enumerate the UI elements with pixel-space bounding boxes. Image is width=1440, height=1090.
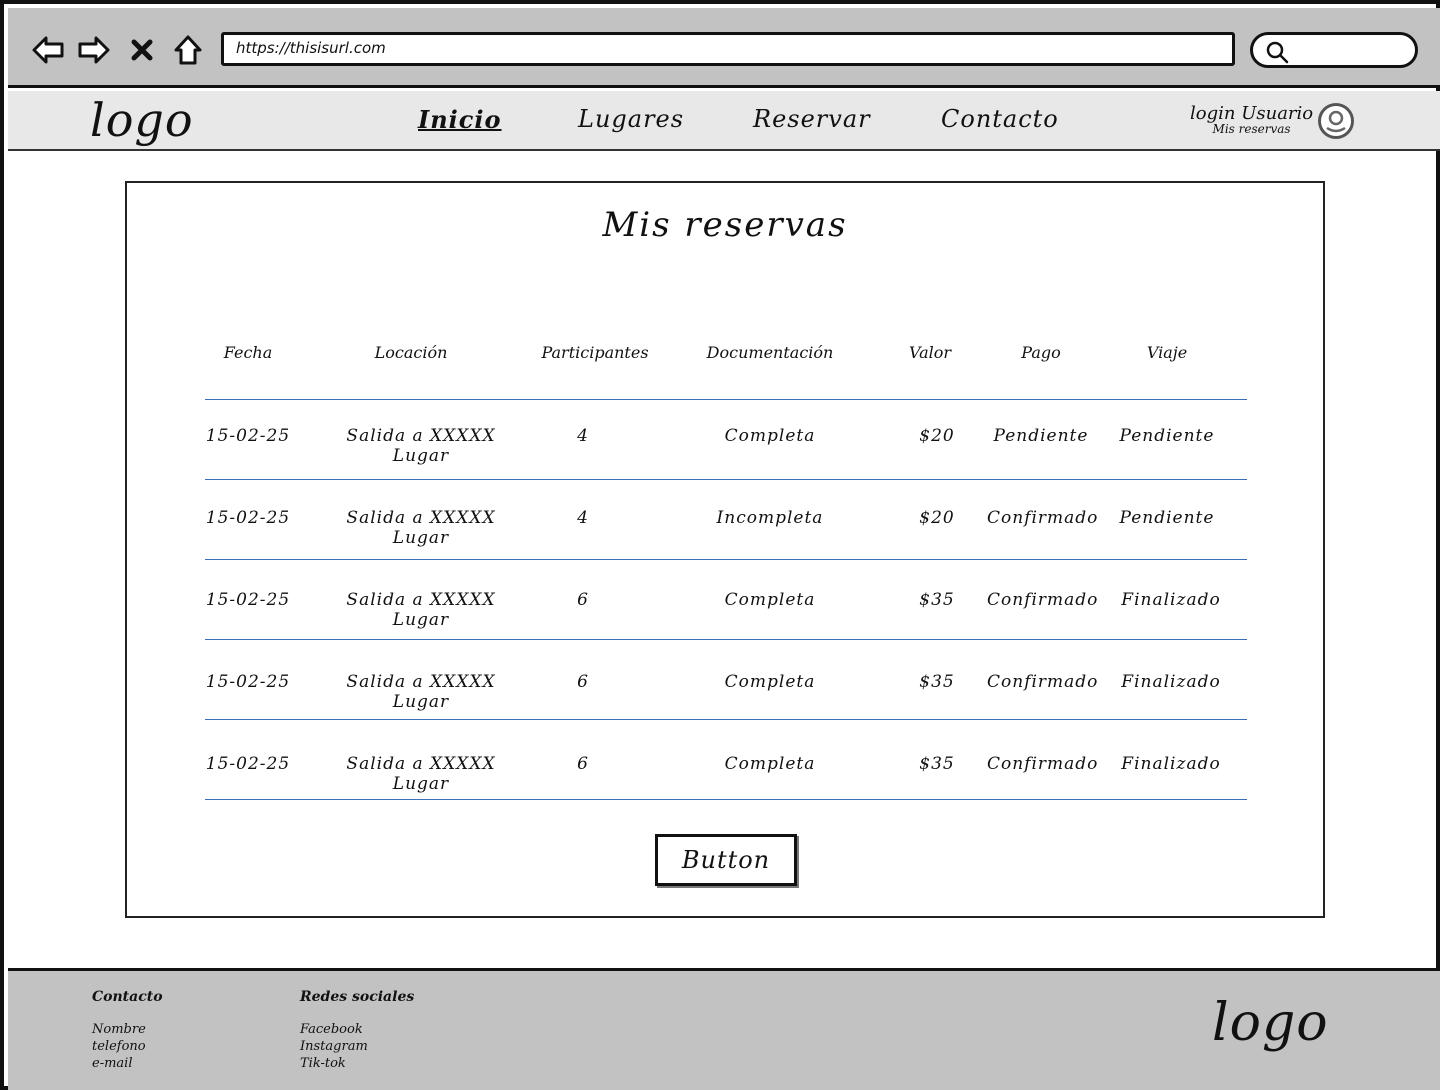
footer-social-section: Redes sociales Facebook Instagram Tik-to…: [300, 989, 414, 1072]
cell-viaje: Finalizado: [1121, 754, 1221, 774]
cell-participantes: 4: [577, 508, 589, 528]
table-header-divider: [205, 399, 1247, 400]
footer-link-instagram[interactable]: Instagram: [300, 1038, 414, 1055]
cell-locacion: Salida a XXXXX Lugar: [346, 754, 496, 794]
cell-viaje: Finalizado: [1121, 672, 1221, 692]
cell-pago: Confirmado: [987, 672, 1099, 692]
page-title: Mis reservas: [602, 205, 848, 245]
home-icon[interactable]: [168, 30, 208, 70]
cell-fecha: 15-02-25: [205, 508, 291, 528]
footer-contact-phone: telefono: [92, 1039, 146, 1054]
footer-logo[interactable]: logo: [1212, 993, 1329, 1053]
user-avatar-icon[interactable]: [1318, 103, 1354, 139]
site-logo[interactable]: logo: [90, 93, 194, 147]
nav-item-reservar[interactable]: Reservar: [753, 105, 871, 133]
nav-item-contacto[interactable]: Contacto: [941, 105, 1059, 133]
back-arrow-icon[interactable]: [28, 30, 68, 70]
footer-contact-heading: Contacto: [92, 989, 163, 1005]
cell-fecha: 15-02-25: [205, 590, 291, 610]
cell-locacion: Salida a XXXXX Lugar: [346, 672, 496, 712]
column-header-fecha: Fecha: [223, 343, 273, 362]
footer-link-tiktok[interactable]: Tik-tok: [300, 1055, 414, 1072]
cell-documentacion: Incompleta: [716, 508, 824, 528]
column-header-pago: Pago: [1021, 343, 1061, 362]
cell-documentacion: Completa: [724, 754, 816, 774]
row-divider: [205, 559, 1247, 560]
cell-valor: $35: [919, 754, 955, 774]
user-login-label[interactable]: login Usuario: [1190, 103, 1313, 124]
cell-locacion: Salida a XXXXX Lugar: [346, 508, 496, 548]
footer-contact-name: Nombre: [92, 1022, 146, 1037]
nav-item-lugares[interactable]: Lugares: [578, 105, 684, 133]
row-divider: [205, 479, 1247, 480]
cell-valor: $20: [919, 508, 955, 528]
cell-participantes: 6: [577, 672, 589, 692]
cell-participantes: 6: [577, 590, 589, 610]
cell-documentacion: Completa: [724, 590, 816, 610]
cell-valor: $20: [919, 426, 955, 446]
cell-fecha: 15-02-25: [205, 426, 291, 446]
my-reservations-link[interactable]: Mis reservas: [1190, 122, 1313, 136]
cell-viaje: Pendiente: [1119, 508, 1215, 528]
footer-contact-section: Contacto Nombre telefono e-mail: [92, 989, 163, 1072]
cell-documentacion: Completa: [724, 672, 816, 692]
cell-participantes: 4: [577, 426, 589, 446]
footer-contact-email[interactable]: e-mail: [92, 1055, 163, 1072]
browser-window: https://thisisurl.com logo Inicio Lugare…: [0, 0, 1440, 1090]
row-divider: [205, 719, 1247, 720]
cell-pago: Pendiente: [993, 426, 1089, 446]
column-header-viaje: Viaje: [1146, 343, 1188, 362]
close-icon[interactable]: [122, 30, 162, 70]
cell-pago: Confirmado: [987, 590, 1099, 610]
cell-valor: $35: [919, 590, 955, 610]
search-icon: [1266, 41, 1289, 64]
cell-fecha: 15-02-25: [205, 672, 291, 692]
cell-locacion: Salida a XXXXX Lugar: [346, 590, 496, 630]
footer-link-facebook[interactable]: Facebook: [300, 1021, 414, 1038]
nav-item-inicio[interactable]: Inicio: [418, 105, 502, 134]
cell-viaje: Finalizado: [1121, 590, 1221, 610]
forward-arrow-icon[interactable]: [74, 30, 114, 70]
cell-documentacion: Completa: [724, 426, 816, 446]
cell-valor: $35: [919, 672, 955, 692]
cell-locacion: Salida a XXXXX Lugar: [346, 426, 496, 466]
row-divider: [205, 799, 1247, 800]
column-header-participantes: Participantes: [541, 343, 649, 362]
row-divider: [205, 639, 1247, 640]
browser-search-input[interactable]: [1250, 32, 1418, 68]
cell-fecha: 15-02-25: [205, 754, 291, 774]
column-header-documentacion: Documentación: [706, 343, 834, 362]
primary-button[interactable]: Button: [655, 834, 797, 886]
site-header: logo Inicio Lugares Reservar Contacto lo…: [8, 91, 1440, 151]
footer-social-heading: Redes sociales: [300, 989, 415, 1005]
site-footer: Contacto Nombre telefono e-mail Redes so…: [8, 968, 1440, 1090]
cell-participantes: 6: [577, 754, 589, 774]
column-header-locacion: Locación: [374, 343, 448, 362]
column-header-valor: Valor: [908, 343, 952, 362]
cell-pago: Confirmado: [987, 754, 1099, 774]
user-menu[interactable]: login Usuario Mis reservas: [1190, 103, 1313, 136]
cell-viaje: Pendiente: [1119, 426, 1215, 446]
browser-toolbar: https://thisisurl.com: [8, 8, 1440, 88]
reservations-panel: Mis reservas Fecha Locación Participante…: [125, 181, 1325, 918]
url-input[interactable]: https://thisisurl.com: [221, 32, 1235, 66]
cell-pago: Confirmado: [987, 508, 1099, 528]
